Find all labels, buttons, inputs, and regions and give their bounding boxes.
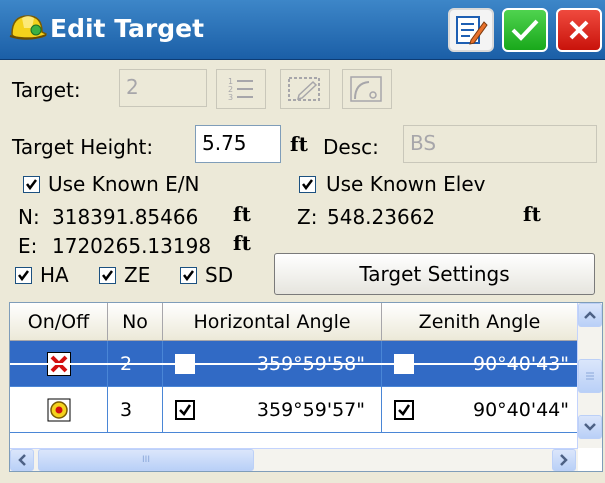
check-icon [26,179,37,191]
use-known-elev-label: Use Known Elev [326,172,486,196]
elevation-unit: ft [523,202,541,226]
edit-icon [456,16,488,45]
use-known-en-checkbox[interactable] [23,176,40,193]
check-icon [179,404,192,416]
checkmark-icon [511,19,539,41]
vertical-scrollbar[interactable] [577,303,602,448]
row-number: 3 [108,387,163,433]
elevation-value: 548.23662 [327,205,436,229]
target-height-input[interactable]: 5.75 [195,125,281,163]
scroll-left-button[interactable] [10,449,34,471]
horizontal-angle-cell: 359°59'57" [163,387,382,433]
northing-unit: ft [233,202,251,226]
target-list-button[interactable]: 1 2 3 [216,69,266,109]
close-icon [569,20,589,40]
use-known-en-label: Use Known E/N [48,172,200,196]
svg-text:3: 3 [228,93,233,102]
check-icon [183,270,194,282]
easting-unit: ft [233,231,251,255]
chevron-up-icon [584,311,596,319]
close-button[interactable] [556,8,602,52]
northing-value: 318391.85466 [52,205,199,229]
check-icon [102,270,113,282]
target-label: Target: [12,78,81,102]
survey-shot-icon [350,76,382,102]
chevron-left-icon [18,454,26,466]
zenith-angle-value: 90°40'44" [473,398,569,421]
sd-label: SD [205,263,234,287]
ze-label: ZE [124,263,151,287]
zenith-angle-checkbox[interactable] [394,400,414,420]
ok-button[interactable] [502,8,548,52]
window-title: Edit Target [50,14,205,43]
check-icon [302,179,313,191]
target-field[interactable]: 2 [119,69,207,107]
title-bar: Edit Target [0,0,605,60]
zenith-angle-cell: 90°40'44" [382,387,578,433]
disabled-strikethrough [10,363,578,365]
table-row[interactable]: 2 359°59'58" 90°40'43" [10,341,578,387]
easting-value: 1720265.13198 [52,234,212,258]
desc-field[interactable]: BS [403,125,597,163]
horizontal-scroll-thumb[interactable]: III [38,449,254,471]
horizontal-scrollbar[interactable]: III [10,448,578,471]
map-select-icon [288,77,320,101]
scroll-up-button[interactable] [578,303,602,327]
target-height-label: Target Height: [12,135,154,159]
target-prism-icon[interactable] [47,398,71,422]
use-known-elev-checkbox[interactable] [299,176,316,193]
numbered-list-icon: 1 2 3 [228,77,253,102]
elevation-label: Z: [297,205,318,229]
chevron-down-icon [584,423,596,431]
ha-label: HA [40,263,69,287]
vertical-scroll-thumb[interactable] [578,359,602,393]
target-map-button[interactable] [280,69,330,109]
hard-hat-icon [9,15,47,40]
column-header-zenith-angle[interactable]: Zenith Angle [382,303,578,341]
edit-notes-button[interactable] [448,8,494,52]
scroll-right-button[interactable] [552,449,576,471]
check-icon [18,270,29,282]
ha-checkbox[interactable] [15,267,32,284]
target-settings-button[interactable]: Target Settings [274,253,595,295]
column-header-horizontal-angle[interactable]: Horizontal Angle [163,303,382,341]
column-header-on-off[interactable]: On/Off [10,303,108,341]
check-icon [398,404,411,416]
scroll-down-button[interactable] [578,415,602,439]
ze-checkbox[interactable] [99,267,116,284]
horizontal-angle-checkbox[interactable] [175,400,195,420]
target-height-unit: ft [290,132,308,156]
column-header-no[interactable]: No [108,303,163,341]
chevron-right-icon [560,454,568,466]
on-off-cell[interactable] [10,387,108,433]
grip-icon [586,372,594,380]
northing-label: N: [18,205,40,229]
table-row[interactable]: 3 359°59'57" 90°40'44" [10,387,578,433]
horizontal-angle-value: 359°59'57" [256,398,365,421]
sd-checkbox[interactable] [180,267,197,284]
desc-label: Desc: [323,135,379,159]
easting-label: E: [18,234,38,258]
observations-table: On/Off No Horizontal Angle Zenith Angle … [9,302,603,472]
target-shot-button[interactable] [342,69,392,109]
